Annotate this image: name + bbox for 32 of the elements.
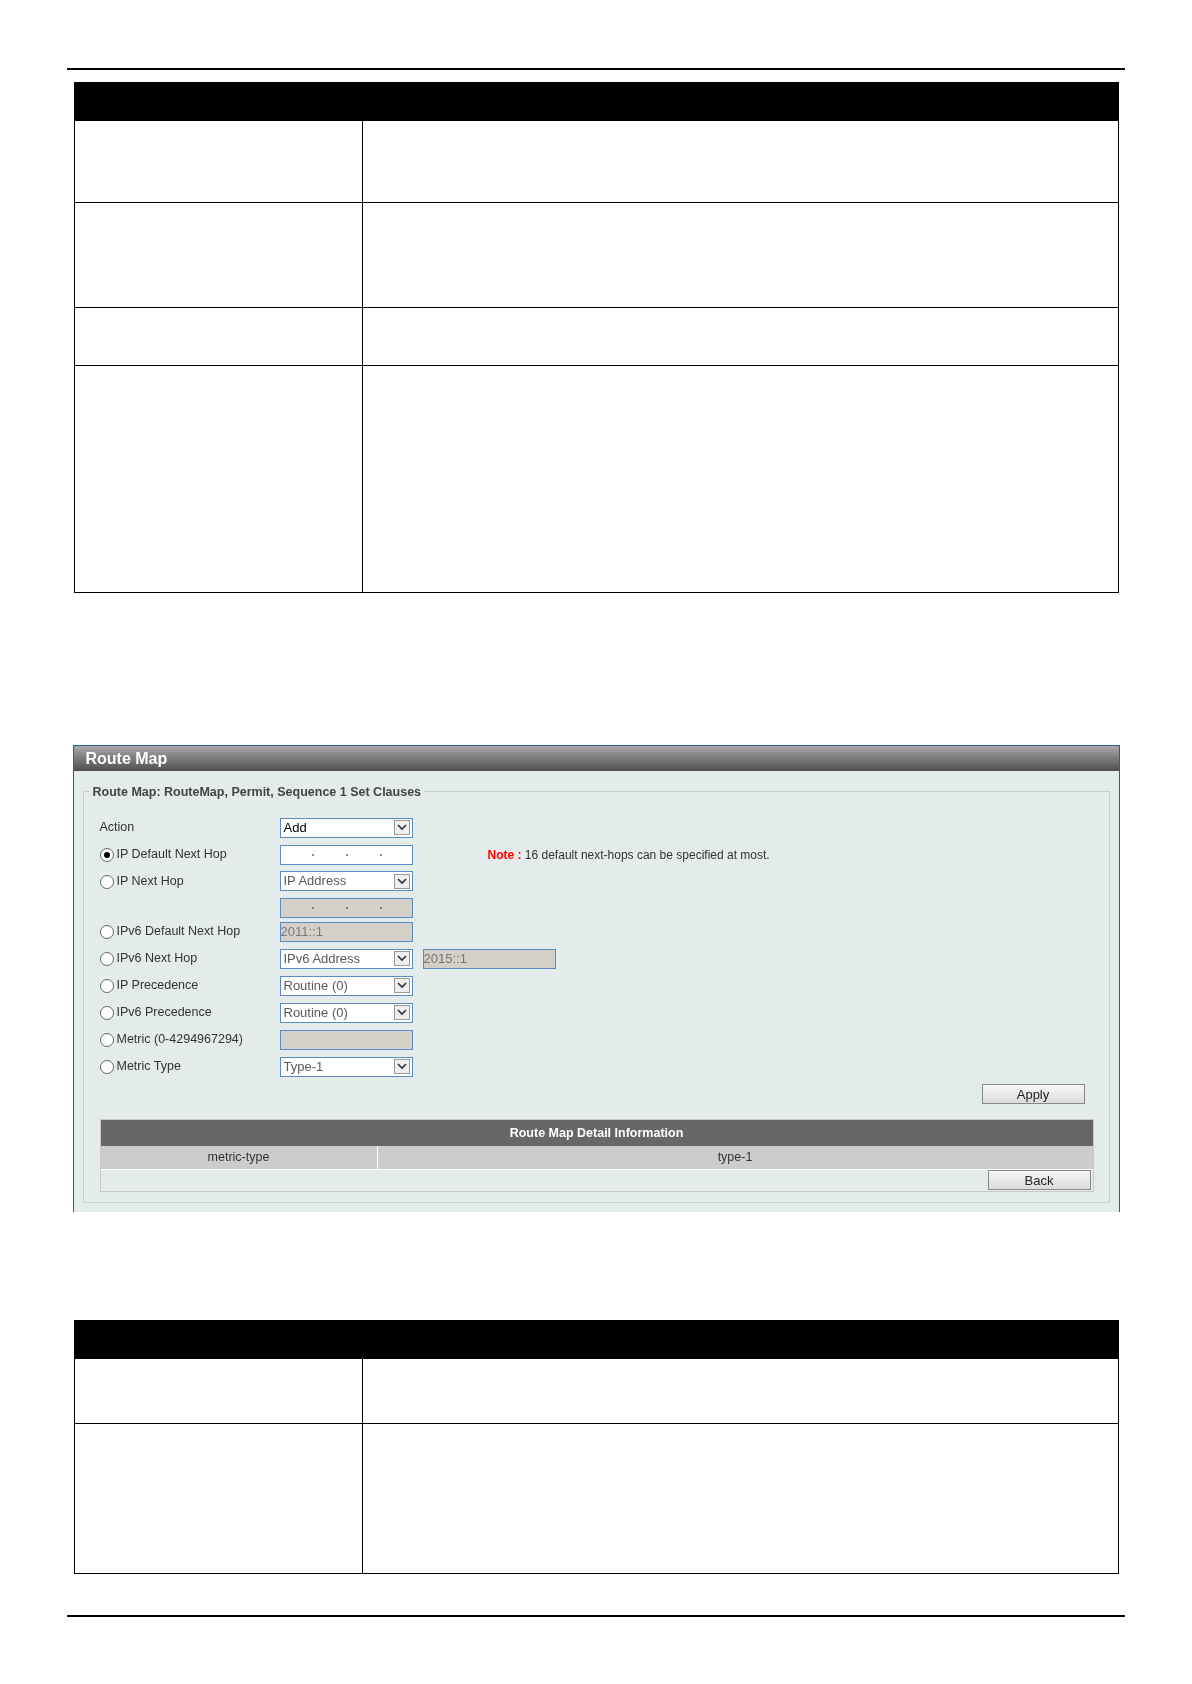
radio-button[interactable] xyxy=(99,1005,114,1020)
note-text: Note : 16 default next-hops can be specified at most. xyxy=(487,846,770,864)
dropdown-select[interactable]: Add xyxy=(279,817,413,838)
radio-label: Metric (0-4294967294) xyxy=(116,1031,243,1049)
radio-button[interactable] xyxy=(99,951,114,966)
ip-address-field[interactable] xyxy=(279,844,413,865)
radio-label: IPv6 Default Next Hop xyxy=(116,923,241,941)
radio-button[interactable] xyxy=(99,1032,114,1047)
radio-label: IP Precedence xyxy=(116,977,199,995)
radio-button[interactable] xyxy=(99,924,114,939)
table-cell-text: type-1 xyxy=(716,1149,754,1167)
window-title: Route Map xyxy=(85,748,168,769)
apply-button[interactable]: Apply xyxy=(981,1084,1085,1104)
radio-label: IPv6 Precedence xyxy=(116,1004,212,1022)
radio-button[interactable] xyxy=(99,874,114,889)
radio-button[interactable] xyxy=(99,978,114,993)
radio-label: IPv6 Next Hop xyxy=(116,950,198,968)
radio-button[interactable] xyxy=(99,847,114,862)
table-header: Route Map Detail Information xyxy=(100,1120,1093,1146)
dropdown-chevron-icon xyxy=(393,951,410,966)
table-cell: metric-type xyxy=(100,1146,378,1169)
back-button[interactable]: Back xyxy=(987,1170,1091,1190)
radio-label: Metric Type xyxy=(116,1058,181,1076)
dropdown-chevron-icon xyxy=(393,820,410,835)
dropdown-chevron-icon xyxy=(393,978,410,993)
dropdown-chevron-icon xyxy=(393,873,410,889)
dropdown-chevron-icon xyxy=(393,1005,410,1020)
radio-label: IP Default Next Hop xyxy=(116,846,227,864)
dropdown-chevron-icon xyxy=(393,1059,410,1074)
radio-button[interactable] xyxy=(99,1059,114,1074)
field-label: Action xyxy=(99,819,136,837)
radio-label: IP Next Hop xyxy=(116,873,184,891)
